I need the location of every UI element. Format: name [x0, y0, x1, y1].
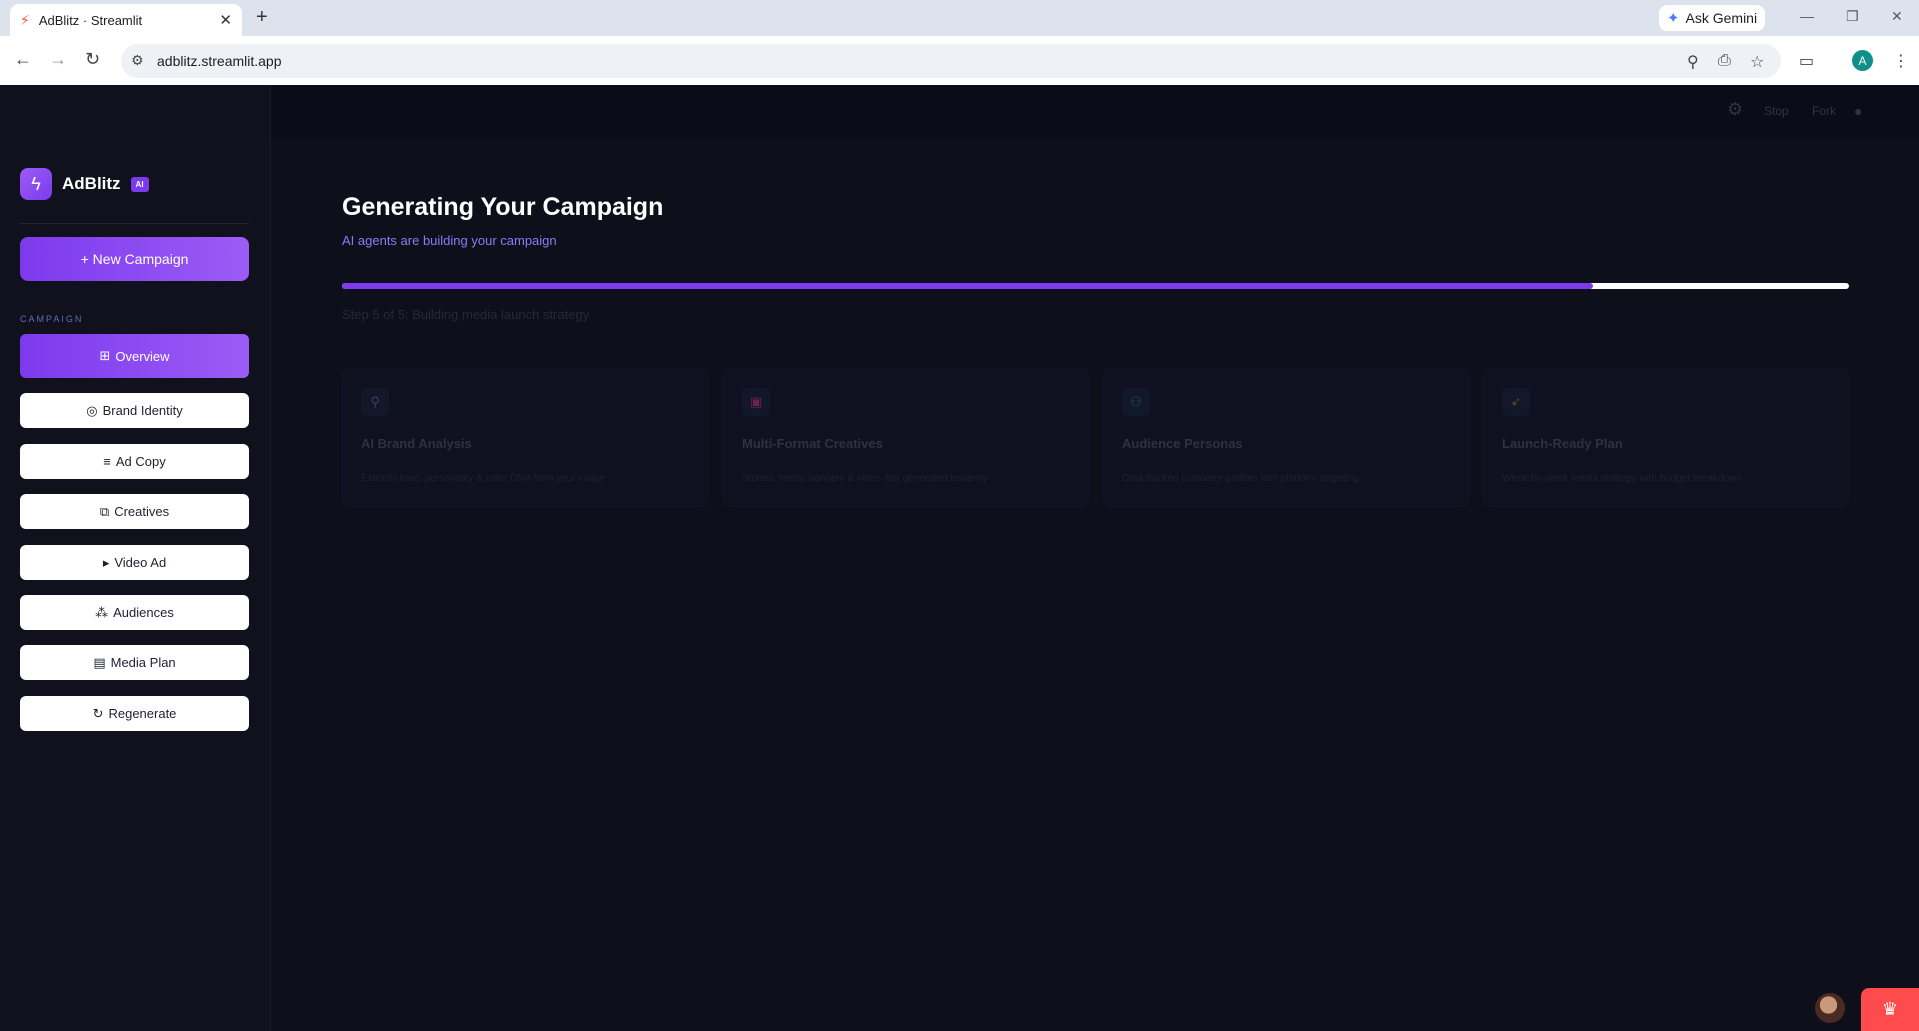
forward-icon[interactable]: → — [49, 49, 67, 70]
ask-gemini-button[interactable]: ✦ Ask Gemini — [1659, 5, 1765, 31]
profile-avatar[interactable]: A — [1852, 50, 1873, 71]
nav-label: Regenerate — [108, 706, 177, 721]
nav-label: Ad Copy — [115, 454, 166, 469]
feature-card-personas: ⚇ Audience Personas Data-backed customer… — [1103, 369, 1469, 507]
github-icon[interactable]: ● — [1854, 103, 1862, 119]
close-tab-icon[interactable]: ✕ — [219, 11, 232, 29]
close-window-icon[interactable]: ✕ — [1891, 8, 1903, 25]
app-header: ⚙ Stop Fork ● — [271, 85, 1919, 139]
users-icon: ⚇ — [1122, 388, 1150, 416]
main-content: ⚙ Stop Fork ● Generating Your Campaign A… — [271, 85, 1919, 1031]
divider — [20, 223, 249, 224]
url-text: adblitz.streamlit.app — [157, 53, 282, 69]
creator-avatar[interactable] — [1815, 993, 1845, 1023]
feature-card-launch-plan: ➶ Launch-Ready Plan Week-by-week media s… — [1483, 369, 1849, 507]
nav-label: Media Plan — [110, 655, 176, 670]
feature-card-brand-analysis: ⚲ AI Brand Analysis Extracts tone, perso… — [342, 369, 708, 507]
stop-button[interactable]: Stop — [1764, 104, 1789, 118]
section-label: CAMPAIGN — [20, 314, 84, 324]
card-title: Multi-Format Creatives — [742, 436, 883, 451]
nav-label: Video Ad — [114, 555, 167, 570]
grid-icon: ⊞ — [99, 348, 111, 363]
nav-label: Overview — [115, 348, 170, 364]
streamlit-icon: ⚡ — [20, 11, 30, 28]
sidebar: ϟ AdBlitz AI + New Campaign CAMPAIGN ⊞ O… — [0, 85, 271, 1031]
people-icon: ⁂ — [95, 604, 109, 620]
target-icon: ◎ — [86, 402, 98, 418]
text-lines-icon: ≡ — [103, 454, 111, 469]
nav-audiences-button[interactable]: ⁂ Audiences — [20, 595, 249, 630]
page-subtitle: AI agents are building your campaign — [342, 233, 557, 248]
streamlit-crown-badge[interactable]: ♛ — [1861, 988, 1919, 1031]
page-title: Generating Your Campaign — [342, 193, 664, 221]
brand: ϟ AdBlitz AI — [20, 168, 149, 200]
tab-title: AdBlitz · Streamlit — [38, 12, 143, 28]
card-title: AI Brand Analysis — [361, 436, 472, 451]
menu-kebab-icon[interactable]: ⋮ — [1893, 51, 1909, 71]
gemini-icon: ✦ — [1666, 10, 1680, 27]
nav-regenerate-button[interactable]: ↻ Regenerate — [20, 696, 249, 731]
browser-toolbar: ← → ↻ ⚙ adblitz.streamlit.app ⚲ ⎙ ☆ ▭ A … — [0, 36, 1919, 86]
restore-icon[interactable]: ❐ — [1846, 8, 1859, 25]
card-description: Extracts tone, personality & color DNA f… — [361, 473, 606, 484]
tab-search-icon[interactable]: ▭ — [1799, 51, 1814, 71]
step-status-text: Step 5 of 5: Building media launch strat… — [342, 307, 590, 322]
nav-ad-copy-button[interactable]: ≡ Ad Copy — [20, 444, 249, 479]
nav-video-ad-button[interactable]: ▸ Video Ad — [20, 545, 249, 580]
fork-button[interactable]: Fork — [1812, 104, 1836, 118]
progress-bar-fill — [342, 283, 1593, 289]
card-title: Audience Personas — [1122, 436, 1243, 451]
layers-icon: ⧉ — [99, 503, 110, 519]
nav-creatives-button[interactable]: ⧉ Creatives — [20, 494, 249, 529]
progress-bar — [342, 283, 1849, 289]
nav-label: Audiences — [113, 605, 174, 620]
card-description: Data-backed customer profiles with platf… — [1122, 473, 1359, 484]
card-description: Stories, feeds, banners & video ads gene… — [742, 473, 988, 484]
nav-label: Brand Identity — [102, 403, 183, 418]
card-description: Week-by-week media strategy with budget … — [1502, 473, 1742, 484]
refresh-icon: ↻ — [92, 705, 104, 721]
bookmark-star-icon[interactable]: ☆ — [1750, 52, 1764, 72]
minimize-icon[interactable]: — — [1800, 8, 1814, 24]
ai-badge: AI — [130, 176, 149, 192]
ask-gemini-label: Ask Gemini — [1685, 10, 1758, 26]
new-tab-button[interactable]: + — [256, 6, 268, 29]
feature-card-creatives: ▣ Multi-Format Creatives Stories, feeds,… — [723, 369, 1089, 507]
brand-name: AdBlitz — [62, 174, 121, 193]
search-icon: ⚲ — [361, 388, 389, 416]
calendar-icon: ▤ — [93, 654, 106, 670]
running-bike-icon: ⚙ — [1727, 99, 1744, 119]
install-app-icon[interactable]: ⎙ — [1718, 52, 1731, 70]
back-icon[interactable]: ← — [14, 49, 32, 70]
browser-tab-bar: ⚡ AdBlitz · Streamlit ✕ + ✦ Ask Gemini —… — [0, 0, 1919, 36]
nav-label: Creatives — [114, 504, 170, 519]
reload-icon[interactable]: ↻ — [85, 49, 100, 70]
play-icon: ▸ — [102, 554, 110, 570]
new-campaign-button[interactable]: + New Campaign — [20, 237, 249, 281]
browser-tab[interactable]: ⚡ AdBlitz · Streamlit ✕ — [10, 4, 242, 36]
layout-icon: ▣ — [742, 388, 770, 416]
lightning-icon: ϟ — [20, 168, 52, 200]
card-title: Launch-Ready Plan — [1502, 436, 1623, 451]
address-bar[interactable]: ⚙ adblitz.streamlit.app ⚲ ⎙ ☆ — [121, 44, 1781, 78]
site-info-icon[interactable]: ⚙ — [131, 52, 144, 69]
nav-overview-button[interactable]: ⊞ Overview — [20, 334, 249, 378]
rocket-icon: ➶ — [1502, 388, 1530, 416]
zoom-icon[interactable]: ⚲ — [1687, 52, 1699, 72]
nav-media-plan-button[interactable]: ▤ Media Plan — [20, 645, 249, 680]
nav-brand-identity-button[interactable]: ◎ Brand Identity — [20, 393, 249, 428]
